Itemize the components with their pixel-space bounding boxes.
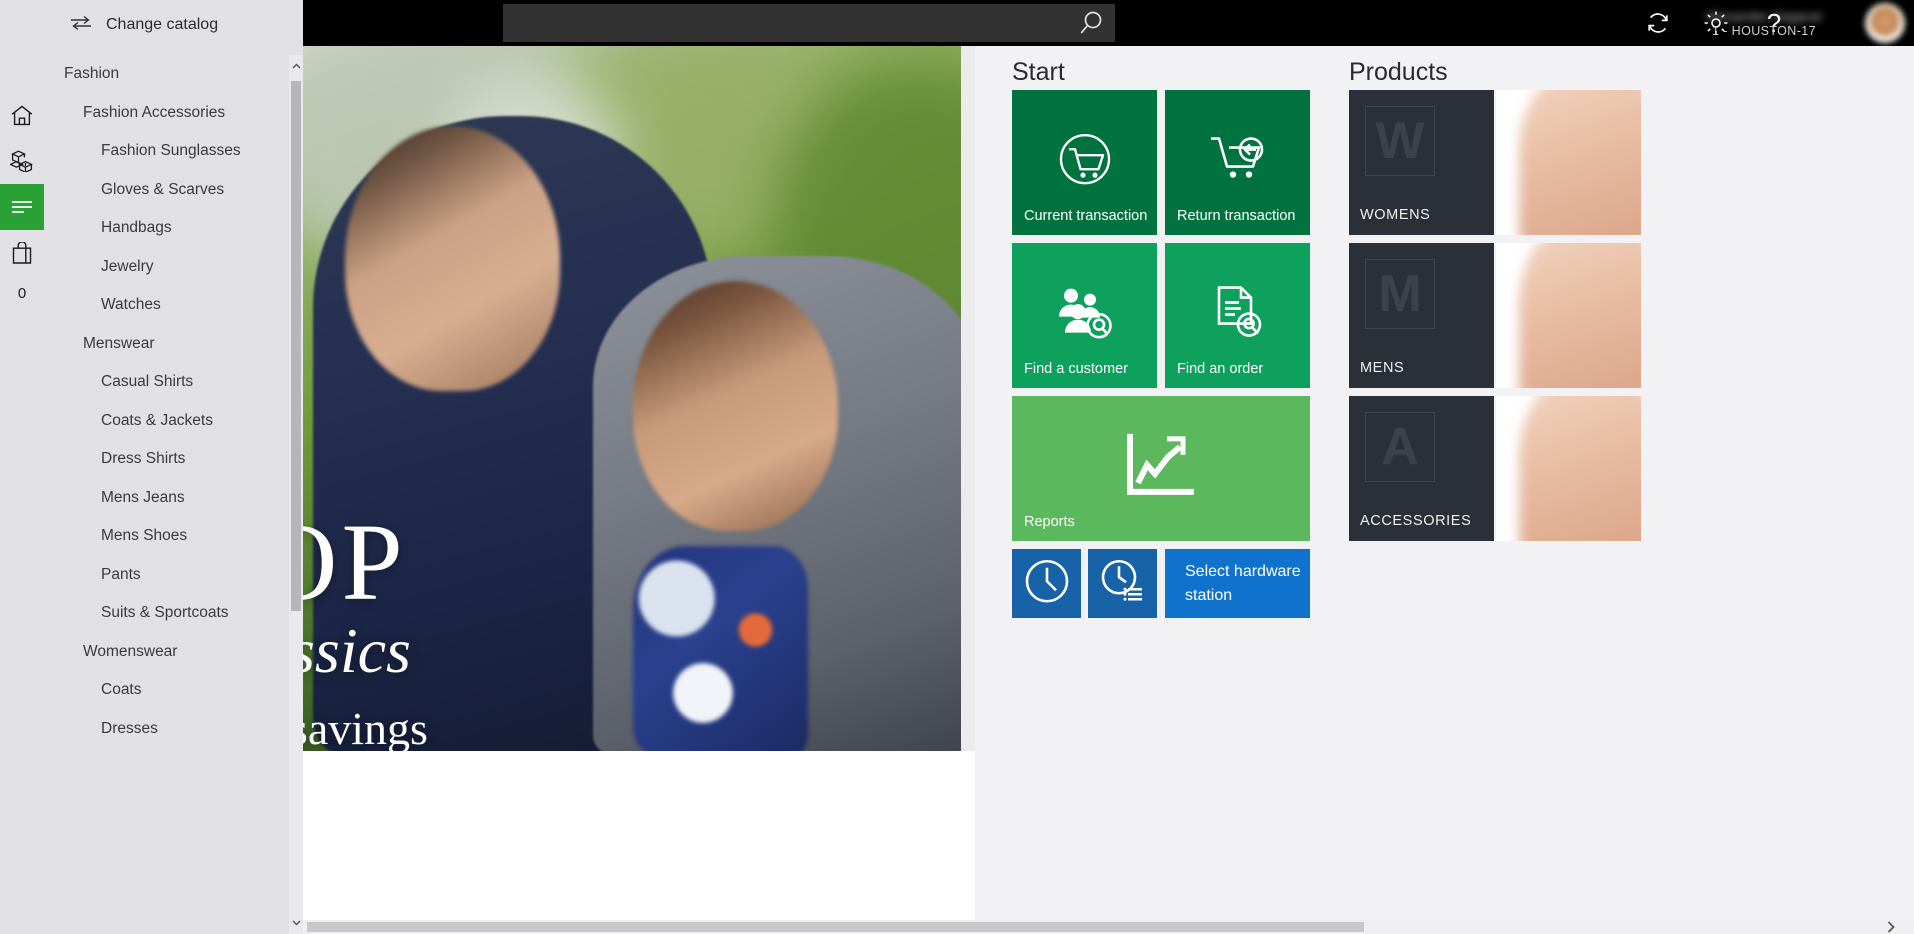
- banner-model-right-head: [633, 281, 838, 531]
- user-store: 1 - HOUSTON-17: [1711, 23, 1816, 38]
- user-name: Alexander Sagaral: [1706, 8, 1822, 24]
- tile-select-hardware-station[interactable]: Select hardware station: [1165, 549, 1310, 618]
- order-search-icon: [1165, 283, 1310, 341]
- product-tile-label: ACCESSORIES: [1360, 513, 1472, 529]
- sidebar-item-catalog[interactable]: [0, 184, 44, 230]
- tile-label: Return transaction: [1177, 208, 1296, 224]
- nav-rail: 0: [0, 0, 44, 934]
- tile-label: Reports: [1024, 514, 1075, 530]
- user-info[interactable]: Alexander Sagaral 1 - HOUSTON-17: [1674, 0, 1854, 46]
- horizontal-scrollbar[interactable]: [303, 920, 1914, 934]
- home-icon: [11, 105, 33, 126]
- chart-growth-icon: [1012, 430, 1310, 498]
- tile-label: Current transaction: [1024, 208, 1148, 224]
- banner-model-left-head: [345, 126, 560, 391]
- inventory-boxes-icon: [10, 150, 34, 172]
- image-placeholder-icon: W: [1365, 106, 1435, 176]
- catalog-scrollbar[interactable]: [289, 55, 303, 934]
- product-photo-accessories[interactable]: [1496, 396, 1641, 541]
- chevron-down-icon[interactable]: [289, 912, 303, 934]
- image-placeholder-icon: M: [1365, 259, 1435, 329]
- customer-search-icon: [1012, 284, 1157, 340]
- tile-current-transaction[interactable]: Current transaction: [1012, 90, 1157, 235]
- search-box[interactable]: [503, 4, 1115, 42]
- tile-time-clock[interactable]: [1012, 549, 1081, 618]
- product-tile-mens[interactable]: M MENS: [1349, 243, 1494, 388]
- catalog-scroll-thumb[interactable]: [291, 81, 301, 611]
- cart-circle-icon: [1012, 127, 1157, 191]
- start-section-title: Start: [1012, 58, 1065, 86]
- promo-banner-image: OP assics e savings: [303, 46, 975, 751]
- chevron-up-icon[interactable]: [289, 55, 303, 77]
- cart-count: 0: [17, 284, 27, 302]
- tile-label: Find an order: [1177, 361, 1264, 377]
- clock-list-icon: [1088, 558, 1157, 604]
- refresh-icon[interactable]: [1640, 0, 1676, 46]
- tile-label: Select hardware station: [1185, 562, 1301, 604]
- catalog-header: Change catalog: [0, 0, 303, 50]
- chevron-right-icon[interactable]: [1876, 920, 1906, 934]
- product-tile-label: WOMENS: [1360, 207, 1431, 223]
- change-catalog-button[interactable]: Change catalog: [70, 15, 218, 36]
- search-icon[interactable]: [1067, 4, 1115, 42]
- product-photo-womens[interactable]: [1496, 90, 1641, 235]
- sidebar-item-inventory[interactable]: [0, 138, 44, 184]
- tile-find-a-customer[interactable]: Find a customer: [1012, 243, 1157, 388]
- tile-time-clock-entries[interactable]: [1088, 549, 1157, 618]
- search-input[interactable]: [503, 4, 1067, 42]
- swap-arrows-icon: [70, 15, 92, 36]
- sidebar-item-home[interactable]: [0, 92, 44, 138]
- avatar[interactable]: [1856, 0, 1914, 46]
- tile-reports[interactable]: Reports: [1012, 396, 1310, 541]
- image-placeholder-icon: A: [1365, 412, 1435, 482]
- banner-vertical-scrollbar[interactable]: [961, 46, 975, 751]
- product-tile-womens[interactable]: W WOMENS: [1349, 90, 1494, 235]
- shopping-bag-icon: [12, 242, 32, 264]
- catalog-lines-icon: [11, 200, 33, 214]
- product-tile-accessories[interactable]: A ACCESSORIES: [1349, 396, 1494, 541]
- top-bar: ? Alexander Sagaral 1 - HOUSTON-17: [303, 0, 1914, 46]
- tile-label: Find a customer: [1024, 361, 1128, 377]
- cart-return-icon: [1165, 130, 1310, 188]
- catalog-pane: Change catalog Fashion Fashion Accessorie…: [0, 0, 303, 934]
- horizontal-scroll-thumb[interactable]: [307, 922, 1364, 932]
- products-section-title: Products: [1349, 58, 1448, 86]
- clock-icon: [1012, 558, 1081, 604]
- tile-find-an-order[interactable]: Find an order: [1165, 243, 1310, 388]
- pos-application: Change catalog Fashion Fashion Accessorie…: [0, 0, 1914, 934]
- tile-return-transaction[interactable]: Return transaction: [1165, 90, 1310, 235]
- change-catalog-label: Change catalog: [106, 16, 219, 33]
- banner-scarf: [633, 546, 808, 751]
- product-tile-label: MENS: [1360, 360, 1405, 376]
- dashboard: Start Products Current transaction Retur…: [975, 46, 1914, 920]
- product-photo-mens[interactable]: [1496, 243, 1641, 388]
- sidebar-item-cart[interactable]: [0, 230, 44, 276]
